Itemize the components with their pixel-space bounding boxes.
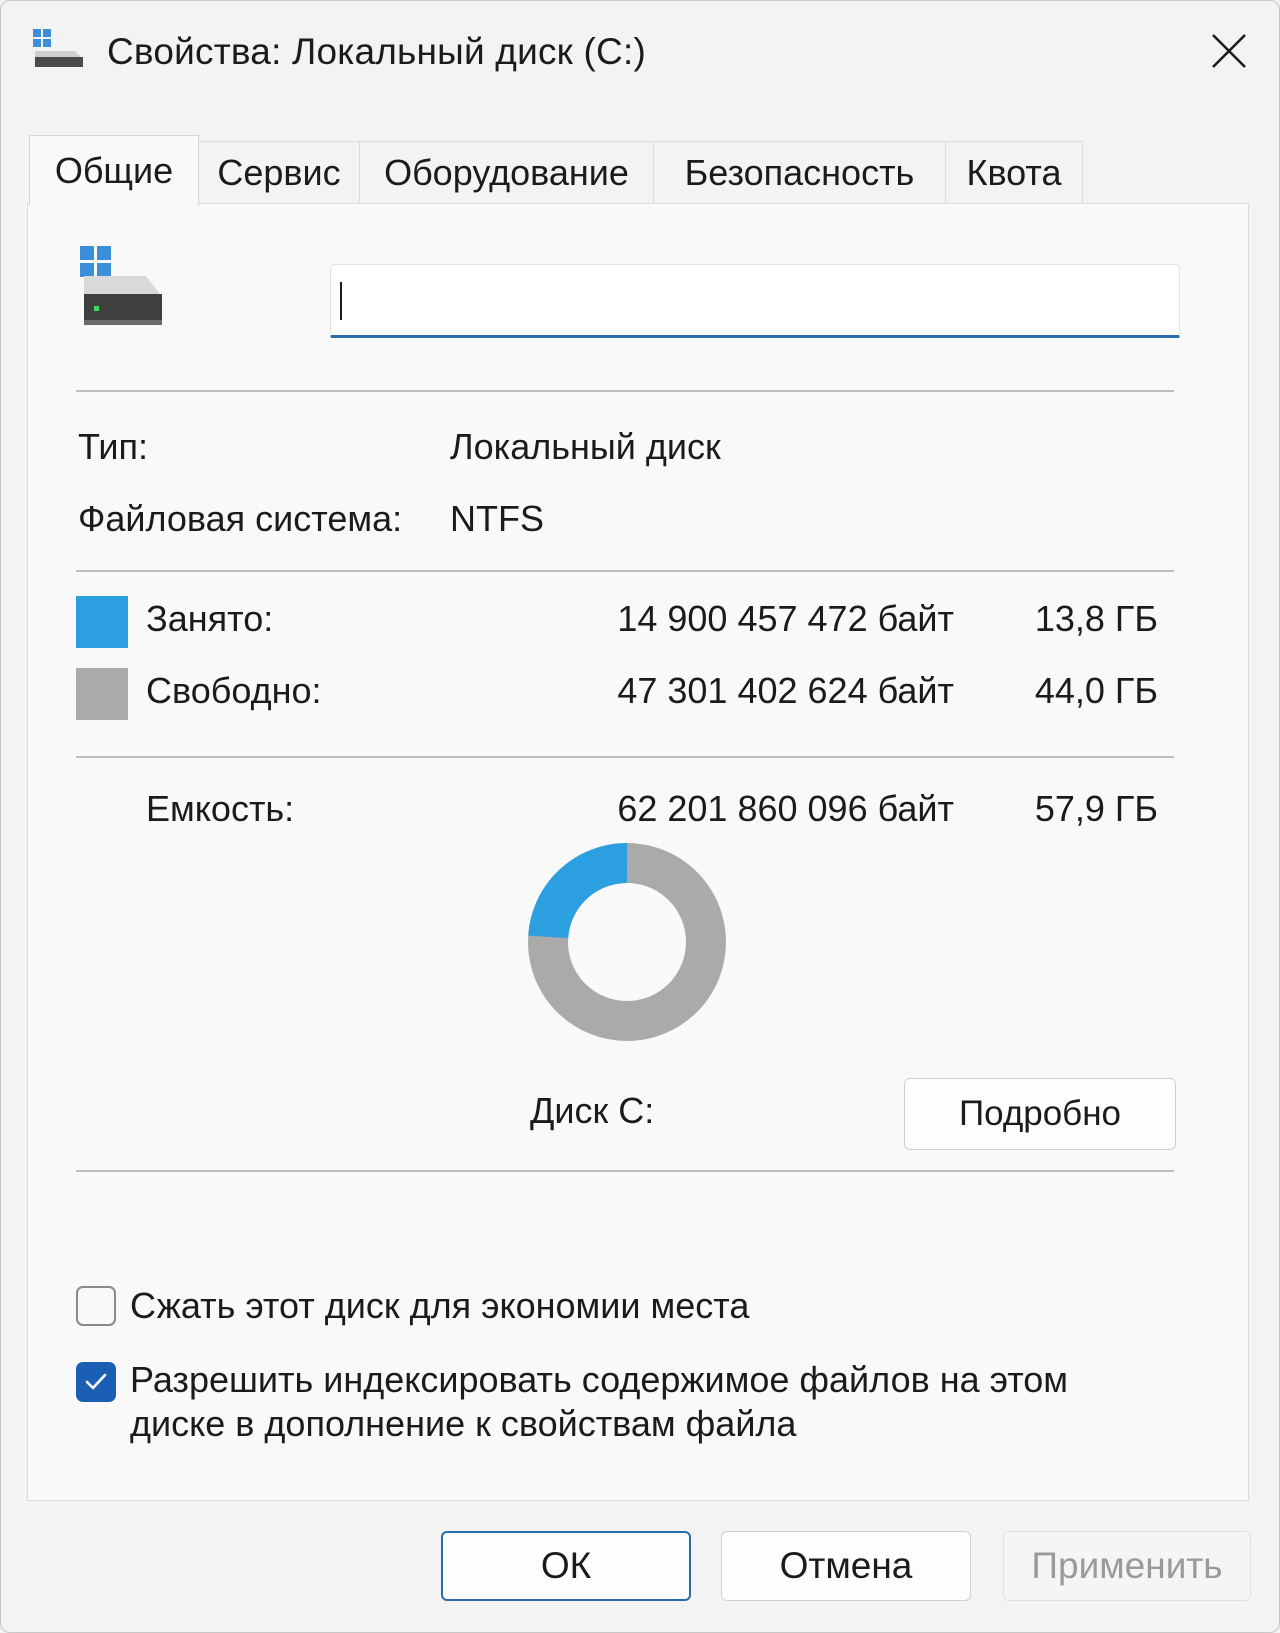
close-icon (1212, 34, 1246, 68)
filesystem-value: NTFS (450, 498, 544, 539)
compress-label: Сжать этот диск для экономии места (130, 1285, 750, 1326)
tab-quota[interactable]: Квота (945, 141, 1083, 203)
capacity-size: 57,9 ГБ (1034, 788, 1158, 829)
type-label: Тип: (78, 426, 149, 467)
properties-dialog: Свойства: Локальный диск (C:) Общие Серв… (0, 0, 1280, 1633)
ok-button[interactable]: ОК (441, 1531, 691, 1601)
drive-icon (80, 246, 162, 325)
index-checkbox[interactable] (76, 1362, 116, 1402)
tab-bar: Общие Сервис Оборудование Безопасность К… (29, 135, 1083, 205)
tab-hardware[interactable]: Оборудование (359, 141, 654, 203)
free-color-swatch (76, 668, 128, 720)
type-value: Локальный диск (450, 426, 721, 467)
text-caret (340, 282, 342, 320)
usage-donut-chart (528, 843, 726, 1041)
used-color-swatch (76, 596, 128, 648)
filesystem-label: Файловая система: (78, 498, 403, 539)
volume-label-input[interactable] (330, 264, 1180, 338)
separator (76, 570, 1174, 572)
close-button[interactable] (1179, 1, 1279, 101)
details-button[interactable]: Подробно (904, 1078, 1176, 1150)
separator (76, 390, 1174, 392)
title-bar: Свойства: Локальный диск (C:) (1, 1, 1279, 111)
tab-security[interactable]: Безопасность (653, 141, 946, 203)
tab-tools[interactable]: Сервис (198, 141, 360, 203)
capacity-bytes: 62 201 860 096 байт (617, 788, 954, 829)
cancel-button[interactable]: Отмена (721, 1531, 971, 1601)
separator (76, 756, 1174, 758)
compress-checkbox[interactable] (76, 1286, 116, 1326)
drive-title-icon (33, 29, 83, 67)
general-panel: Тип: Локальный диск Файловая система: NT… (27, 203, 1249, 1501)
capacity-label: Емкость: (146, 788, 295, 829)
free-bytes: 47 301 402 624 байт (617, 670, 954, 711)
tab-general[interactable]: Общие (29, 135, 199, 205)
apply-button[interactable]: Применить (1003, 1531, 1251, 1601)
free-label: Свободно: (146, 670, 322, 711)
used-bytes: 14 900 457 472 байт (617, 598, 954, 639)
index-label: Разрешить индексировать содержимое файло… (130, 1359, 1069, 1444)
used-size: 13,8 ГБ (1034, 598, 1158, 639)
used-label: Занято: (146, 598, 274, 639)
window-title: Свойства: Локальный диск (C:) (107, 31, 646, 72)
checkmark-icon (85, 1373, 107, 1390)
drive-caption: Диск C: (530, 1090, 655, 1131)
free-size: 44,0 ГБ (1034, 670, 1158, 711)
separator (76, 1170, 1174, 1172)
